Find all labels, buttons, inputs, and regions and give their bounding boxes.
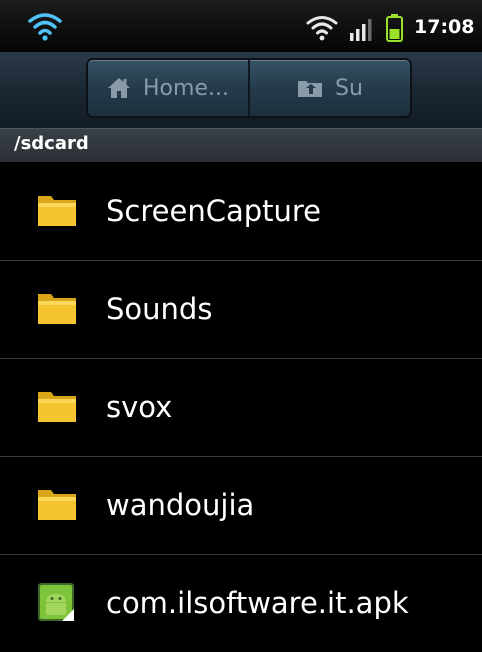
file-name: ScreenCapture [106,194,322,228]
folder-icon [38,490,76,520]
status-bar: 17:08 [0,0,482,52]
current-path: /sdcard [14,133,89,154]
list-item[interactable]: ScreenCapture [0,163,482,261]
up-folder-button[interactable]: Su [248,60,410,116]
list-item[interactable]: com.ilsoftware.it.apk [0,555,482,652]
clock-time: 17:08 [414,16,475,38]
navigation-button-group: Home... Su [86,58,412,118]
up-folder-button-label: Su [335,75,363,101]
file-list: ScreenCapture Sounds svox wandoujia com.… [0,163,482,652]
home-button-label: Home... [143,75,229,101]
file-name: com.ilsoftware.it.apk [106,586,409,620]
file-name: wandoujia [106,488,255,522]
home-button[interactable]: Home... [88,60,248,116]
folder-icon [38,196,76,226]
list-item[interactable]: wandoujia [0,457,482,555]
folder-up-icon [298,81,323,97]
wifi-icon [306,16,338,41]
toolbar: Home... Su [0,52,482,128]
path-bar: /sdcard [0,128,482,162]
folder-icon [38,392,76,422]
list-item[interactable]: Sounds [0,261,482,359]
home-icon [108,78,131,98]
file-name: svox [106,390,173,424]
wifi-icon [28,13,62,41]
signal-icon [350,19,372,41]
battery-icon [386,14,403,42]
android-apk-icon [38,583,74,621]
file-name: Sounds [106,292,213,326]
folder-icon [38,294,76,324]
list-item[interactable]: svox [0,359,482,457]
